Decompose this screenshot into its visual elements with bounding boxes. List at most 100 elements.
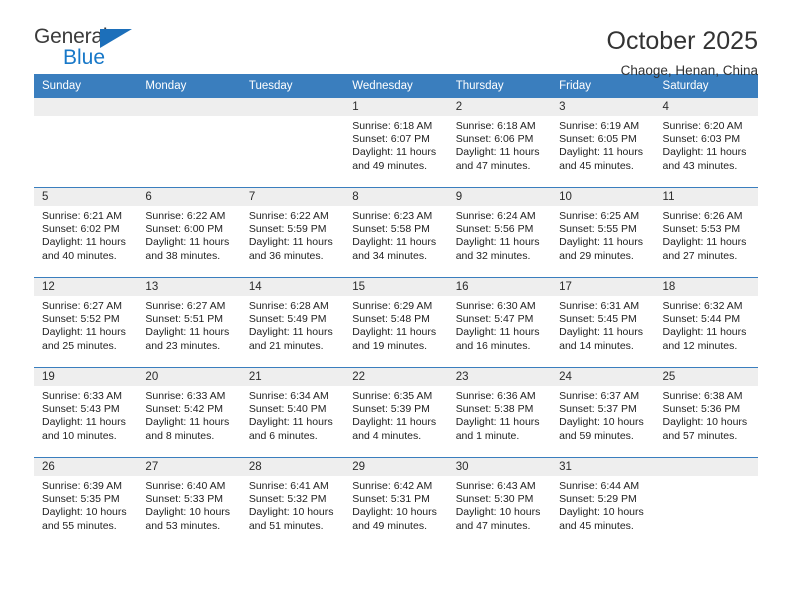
day-cell-content: 24 Sunrise: 6:37 AM Sunset: 5:37 PM Dayligh… <box>551 368 655 457</box>
calendar-day-cell[interactable]: 20 Sunrise: 6:33 AM Sunset: 5:42 PM Dayligh… <box>137 367 241 458</box>
day-number: 7 <box>240 188 345 206</box>
sunset-text: Sunset: 5:32 PM <box>248 493 327 506</box>
day-number: 19 <box>34 368 138 386</box>
calendar-day-cell[interactable]: 21 Sunrise: 6:34 AM Sunset: 5:40 PM Dayligh… <box>240 367 345 458</box>
day-sun-info: Sunrise: 6:41 AM Sunset: 5:32 PM Daylight:… <box>241 476 344 533</box>
calendar-day-cell[interactable]: 19 Sunrise: 6:33 AM Sunset: 5:43 PM Dayligh… <box>34 367 138 458</box>
calendar-day-cell[interactable]: 4 Sunrise: 6:20 AM Sunset: 6:03 PM Daylight… <box>654 98 758 188</box>
calendar-day-cell[interactable]: 12 Sunrise: 6:27 AM Sunset: 5:52 PM Dayligh… <box>34 277 138 368</box>
sunset-text: Sunset: 5:39 PM <box>352 403 430 416</box>
day-cell-content: 7 Sunrise: 6:22 AM Sunset: 5:59 PM Daylight… <box>240 188 345 277</box>
sunset-text: Sunset: 5:43 PM <box>42 403 120 416</box>
sunrise-text: Sunrise: 6:33 AM <box>145 390 226 402</box>
day-cell-content: 3 Sunrise: 6:19 AM Sunset: 6:05 PM Daylight… <box>551 98 655 187</box>
sunrise-text: Sunrise: 6:22 AM <box>145 210 226 222</box>
calendar-week-row: 12 Sunrise: 6:27 AM Sunset: 5:52 PM Dayligh… <box>34 277 758 368</box>
day-cell-content: 21 Sunrise: 6:34 AM Sunset: 5:40 PM Dayligh… <box>240 368 345 457</box>
sunset-text: Sunset: 5:40 PM <box>248 403 327 416</box>
calendar-day-cell[interactable]: 11 Sunrise: 6:26 AM Sunset: 5:53 PM Dayligh… <box>654 187 758 278</box>
day-cell-content: 27 Sunrise: 6:40 AM Sunset: 5:33 PM Dayligh… <box>137 458 241 547</box>
day-cell-content: 19 Sunrise: 6:33 AM Sunset: 5:43 PM Dayligh… <box>34 368 138 457</box>
calendar-day-cell[interactable]: 15 Sunrise: 6:29 AM Sunset: 5:48 PM Dayligh… <box>344 277 448 368</box>
calendar-day-cell[interactable]: 29 Sunrise: 6:42 AM Sunset: 5:31 PM Dayligh… <box>344 457 448 547</box>
calendar-day-cell[interactable]: 8 Sunrise: 6:23 AM Sunset: 5:58 PM Daylight… <box>344 187 448 278</box>
calendar-day-cell[interactable]: 30 Sunrise: 6:43 AM Sunset: 5:30 PM Dayligh… <box>447 457 552 547</box>
calendar-day-cell[interactable]: 14 Sunrise: 6:28 AM Sunset: 5:49 PM Dayligh… <box>240 277 345 368</box>
calendar-day-cell[interactable]: 18 Sunrise: 6:32 AM Sunset: 5:44 PM Dayligh… <box>654 277 758 368</box>
generalblue-logo: General Blue <box>34 26 154 72</box>
sunset-text: Sunset: 5:31 PM <box>352 493 430 506</box>
calendar-day-cell[interactable]: 23 Sunrise: 6:36 AM Sunset: 5:38 PM Dayligh… <box>447 367 552 458</box>
daylight-text: Daylight: 11 hours and 34 minutes. <box>352 236 437 262</box>
daylight-text: Daylight: 11 hours and 25 minutes. <box>42 326 126 352</box>
day-number: 22 <box>344 368 448 386</box>
sunrise-text: Sunrise: 6:33 AM <box>42 390 122 402</box>
day-sun-info: Sunrise: 6:43 AM Sunset: 5:30 PM Daylight:… <box>448 476 551 533</box>
sunset-text: Sunset: 5:38 PM <box>455 403 534 416</box>
daylight-text: Daylight: 11 hours and 21 minutes. <box>248 326 333 352</box>
sunrise-text: Sunrise: 6:25 AM <box>559 210 640 222</box>
calendar-day-cell[interactable]: 25 Sunrise: 6:38 AM Sunset: 5:36 PM Dayligh… <box>654 367 758 458</box>
calendar-day-cell[interactable]: 13 Sunrise: 6:27 AM Sunset: 5:51 PM Dayligh… <box>137 277 241 368</box>
weekday-header-thursday: Thursday <box>447 74 552 98</box>
sunset-text: Sunset: 6:06 PM <box>455 133 534 146</box>
sunset-text: Sunset: 5:44 PM <box>662 313 741 326</box>
calendar-day-cell[interactable]: 3 Sunrise: 6:19 AM Sunset: 6:05 PM Daylight… <box>551 98 655 188</box>
calendar-day-cell[interactable]: 24 Sunrise: 6:37 AM Sunset: 5:37 PM Dayligh… <box>551 367 655 458</box>
daylight-text: Daylight: 11 hours and 8 minutes. <box>145 416 230 442</box>
sunset-text: Sunset: 6:00 PM <box>145 223 224 236</box>
sunset-text: Sunset: 5:30 PM <box>455 493 534 506</box>
sunset-text: Sunset: 5:58 PM <box>352 223 430 236</box>
day-sun-info: Sunrise: 6:31 AM Sunset: 5:45 PM Daylight:… <box>551 296 654 353</box>
day-sun-info: Sunrise: 6:37 AM Sunset: 5:37 PM Daylight:… <box>551 386 654 443</box>
sunrise-text: Sunrise: 6:41 AM <box>248 480 329 492</box>
calendar-day-cell[interactable]: 16 Sunrise: 6:30 AM Sunset: 5:47 PM Dayligh… <box>447 277 552 368</box>
calendar-day-cell[interactable]: 28 Sunrise: 6:41 AM Sunset: 5:32 PM Dayligh… <box>240 457 345 547</box>
day-number: 9 <box>447 188 552 206</box>
calendar-day-cell[interactable]: 9 Sunrise: 6:24 AM Sunset: 5:56 PM Daylight… <box>447 187 552 278</box>
day-cell-content: 30 Sunrise: 6:43 AM Sunset: 5:30 PM Dayligh… <box>447 458 552 547</box>
sunrise-text: Sunrise: 6:24 AM <box>455 210 536 222</box>
calendar-day-cell[interactable]: 10 Sunrise: 6:25 AM Sunset: 5:55 PM Dayligh… <box>551 187 655 278</box>
day-number: 10 <box>551 188 655 206</box>
day-sun-info: Sunrise: 6:26 AM Sunset: 5:53 PM Daylight:… <box>655 206 758 263</box>
day-number: 18 <box>654 278 758 296</box>
sunset-text: Sunset: 6:07 PM <box>352 133 430 146</box>
title-block: October 2025 Chaoge, Henan, China <box>607 26 759 78</box>
logo-text-general: General <box>34 25 108 48</box>
day-sun-info: Sunrise: 6:42 AM Sunset: 5:31 PM Daylight:… <box>344 476 447 533</box>
daylight-text: Daylight: 11 hours and 43 minutes. <box>662 146 747 172</box>
day-number <box>34 98 138 116</box>
calendar-day-cell[interactable]: 22 Sunrise: 6:35 AM Sunset: 5:39 PM Dayligh… <box>344 367 448 458</box>
sunrise-text: Sunrise: 6:27 AM <box>42 300 122 312</box>
day-sun-info: Sunrise: 6:22 AM Sunset: 5:59 PM Daylight:… <box>241 206 344 263</box>
calendar-body: 1 Sunrise: 6:18 AM Sunset: 6:07 PM Daylight… <box>34 98 758 547</box>
day-cell-content: 2 Sunrise: 6:18 AM Sunset: 6:06 PM Daylight… <box>447 98 552 187</box>
day-sun-info <box>655 476 758 480</box>
daylight-text: Daylight: 10 hours and 49 minutes. <box>352 506 437 532</box>
sunrise-text: Sunrise: 6:23 AM <box>352 210 433 222</box>
calendar-day-cell[interactable]: 6 Sunrise: 6:22 AM Sunset: 6:00 PM Daylight… <box>137 187 241 278</box>
day-cell-content: 29 Sunrise: 6:42 AM Sunset: 5:31 PM Dayligh… <box>344 458 448 547</box>
day-sun-info: Sunrise: 6:44 AM Sunset: 5:29 PM Daylight:… <box>551 476 654 533</box>
calendar-day-cell[interactable]: 17 Sunrise: 6:31 AM Sunset: 5:45 PM Dayligh… <box>551 277 655 368</box>
day-sun-info: Sunrise: 6:18 AM Sunset: 6:06 PM Daylight:… <box>448 116 551 173</box>
calendar-day-cell[interactable]: 5 Sunrise: 6:21 AM Sunset: 6:02 PM Daylight… <box>34 187 138 278</box>
calendar-day-cell[interactable]: 26 Sunrise: 6:39 AM Sunset: 5:35 PM Dayligh… <box>34 457 138 547</box>
sunset-text: Sunset: 5:45 PM <box>559 313 637 326</box>
day-cell-content: 20 Sunrise: 6:33 AM Sunset: 5:42 PM Dayligh… <box>137 368 241 457</box>
day-cell-content <box>240 98 345 187</box>
calendar-day-cell[interactable]: 27 Sunrise: 6:40 AM Sunset: 5:33 PM Dayligh… <box>137 457 241 547</box>
calendar-day-cell[interactable]: 1 Sunrise: 6:18 AM Sunset: 6:07 PM Daylight… <box>344 98 448 188</box>
page-title: October 2025 <box>606 27 759 55</box>
day-cell-content <box>34 98 138 187</box>
day-sun-info: Sunrise: 6:22 AM Sunset: 6:00 PM Daylight:… <box>137 206 240 263</box>
daylight-text: Daylight: 11 hours and 38 minutes. <box>145 236 230 262</box>
day-number: 25 <box>654 368 758 386</box>
calendar-day-cell[interactable]: 7 Sunrise: 6:22 AM Sunset: 5:59 PM Daylight… <box>240 187 345 278</box>
sunrise-text: Sunrise: 6:27 AM <box>145 300 226 312</box>
day-sun-info: Sunrise: 6:33 AM Sunset: 5:43 PM Daylight:… <box>34 386 137 443</box>
calendar-day-cell[interactable]: 2 Sunrise: 6:18 AM Sunset: 6:06 PM Daylight… <box>447 98 552 188</box>
calendar-day-cell[interactable]: 31 Sunrise: 6:44 AM Sunset: 5:29 PM Dayligh… <box>551 457 655 547</box>
day-cell-content: 15 Sunrise: 6:29 AM Sunset: 5:48 PM Dayligh… <box>344 278 448 367</box>
